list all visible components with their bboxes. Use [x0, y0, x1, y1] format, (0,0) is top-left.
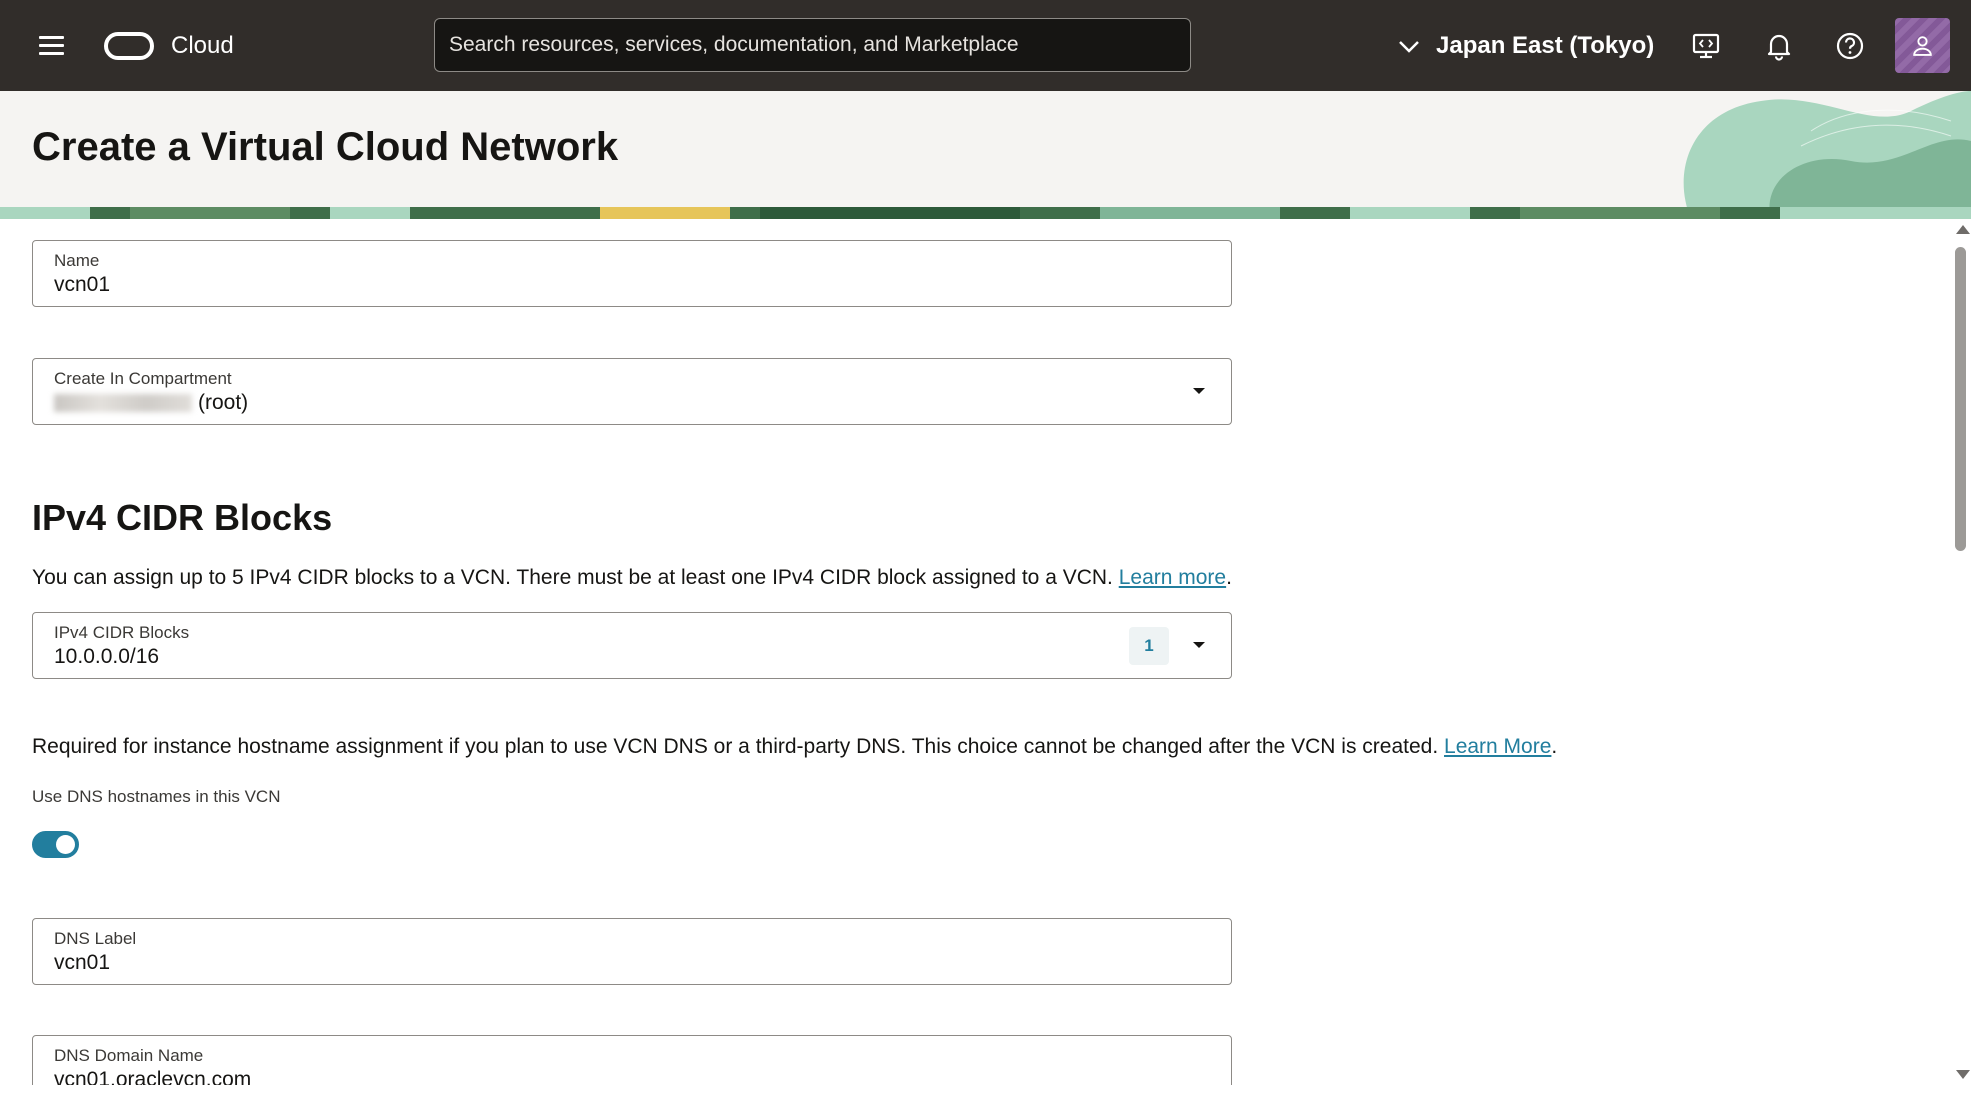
scroll-thumb[interactable]	[1955, 247, 1966, 551]
caret-down-icon[interactable]	[1189, 381, 1209, 401]
cidr-count-badge: 1	[1129, 627, 1169, 665]
form-content: Name vcn01 Create In Compartment (root) …	[0, 219, 1950, 1085]
region-label: Japan East (Tokyo)	[1436, 32, 1655, 59]
dns-hostnames-toggle[interactable]	[32, 831, 79, 858]
menu-icon[interactable]	[34, 30, 68, 60]
user-icon	[1913, 36, 1932, 56]
dns-label-value[interactable]: vcn01	[54, 951, 110, 975]
region-selector[interactable]: Japan East (Tokyo)	[1394, 26, 1654, 66]
dns-hostnames-label: Use DNS hostnames in this VCN	[32, 787, 281, 806]
dns-domain-label: DNS Domain Name	[54, 1046, 204, 1065]
learn-more-dns-link[interactable]: Learn More	[1444, 735, 1551, 758]
brand-label[interactable]: Cloud	[171, 32, 234, 60]
scroll-down-arrow-icon[interactable]	[1956, 1070, 1970, 1079]
ipv4-description-period: .	[1226, 566, 1232, 589]
dns-label-label: DNS Label	[54, 929, 137, 948]
compartment-label: Create In Compartment	[54, 369, 232, 388]
caret-down-icon[interactable]	[1189, 635, 1209, 655]
dns-info-period: .	[1551, 735, 1558, 758]
ipv4-description: You can assign up to 5 IPv4 CIDR blocks …	[32, 566, 1232, 590]
name-field[interactable]: Name vcn01	[32, 240, 1232, 307]
dns-info-text: Required for instance hostname assignmen…	[32, 735, 1557, 759]
compartment-root-text: (root)	[198, 391, 249, 414]
user-avatar-icon[interactable]	[1895, 18, 1950, 73]
header-banner-strip	[0, 207, 1971, 219]
name-value[interactable]: vcn01	[54, 273, 110, 297]
oracle-logo-icon[interactable]	[104, 32, 154, 60]
learn-more-link[interactable]: Learn more	[1119, 566, 1226, 589]
search-input[interactable]	[434, 18, 1191, 72]
scroll-up-arrow-icon[interactable]	[1956, 225, 1970, 234]
name-label: Name	[54, 251, 100, 270]
ipv4-description-text: You can assign up to 5 IPv4 CIDR blocks …	[32, 566, 1113, 589]
page-scrollbar[interactable]	[1950, 219, 1971, 1085]
ipv4-cidr-value[interactable]: 10.0.0.0/16	[54, 645, 159, 669]
chevron-down-icon	[1399, 41, 1419, 53]
toggle-knob	[56, 835, 75, 854]
bottom-edge	[0, 1085, 1971, 1093]
ipv4-cidr-label: IPv4 CIDR Blocks	[54, 623, 190, 642]
bell-icon[interactable]	[1763, 30, 1795, 62]
dns-domain-field: DNS Domain Name vcn01.oraclevcn.com	[32, 1035, 1232, 1085]
compartment-select[interactable]: Create In Compartment (root)	[32, 358, 1232, 425]
dns-info-description: Required for instance hostname assignmen…	[32, 735, 1439, 758]
page-title: Create a Virtual Cloud Network	[32, 125, 619, 169]
developer-tools-icon[interactable]	[1690, 30, 1722, 62]
ipv4-cidr-field[interactable]: IPv4 CIDR Blocks 10.0.0.0/16 1	[32, 612, 1232, 679]
dns-domain-value: vcn01.oraclevcn.com	[54, 1068, 252, 1085]
header-decoration	[1683, 91, 1971, 219]
top-navigation-bar: Cloud Japan East (Tokyo)	[0, 0, 1971, 91]
ipv4-section-title: IPv4 CIDR Blocks	[32, 497, 333, 538]
page-header: Create a Virtual Cloud Network	[0, 91, 1971, 219]
redacted-compartment-name	[54, 394, 192, 413]
compartment-value[interactable]: (root)	[54, 391, 248, 415]
dns-label-field[interactable]: DNS Label vcn01	[32, 918, 1232, 985]
help-icon[interactable]	[1834, 30, 1866, 62]
